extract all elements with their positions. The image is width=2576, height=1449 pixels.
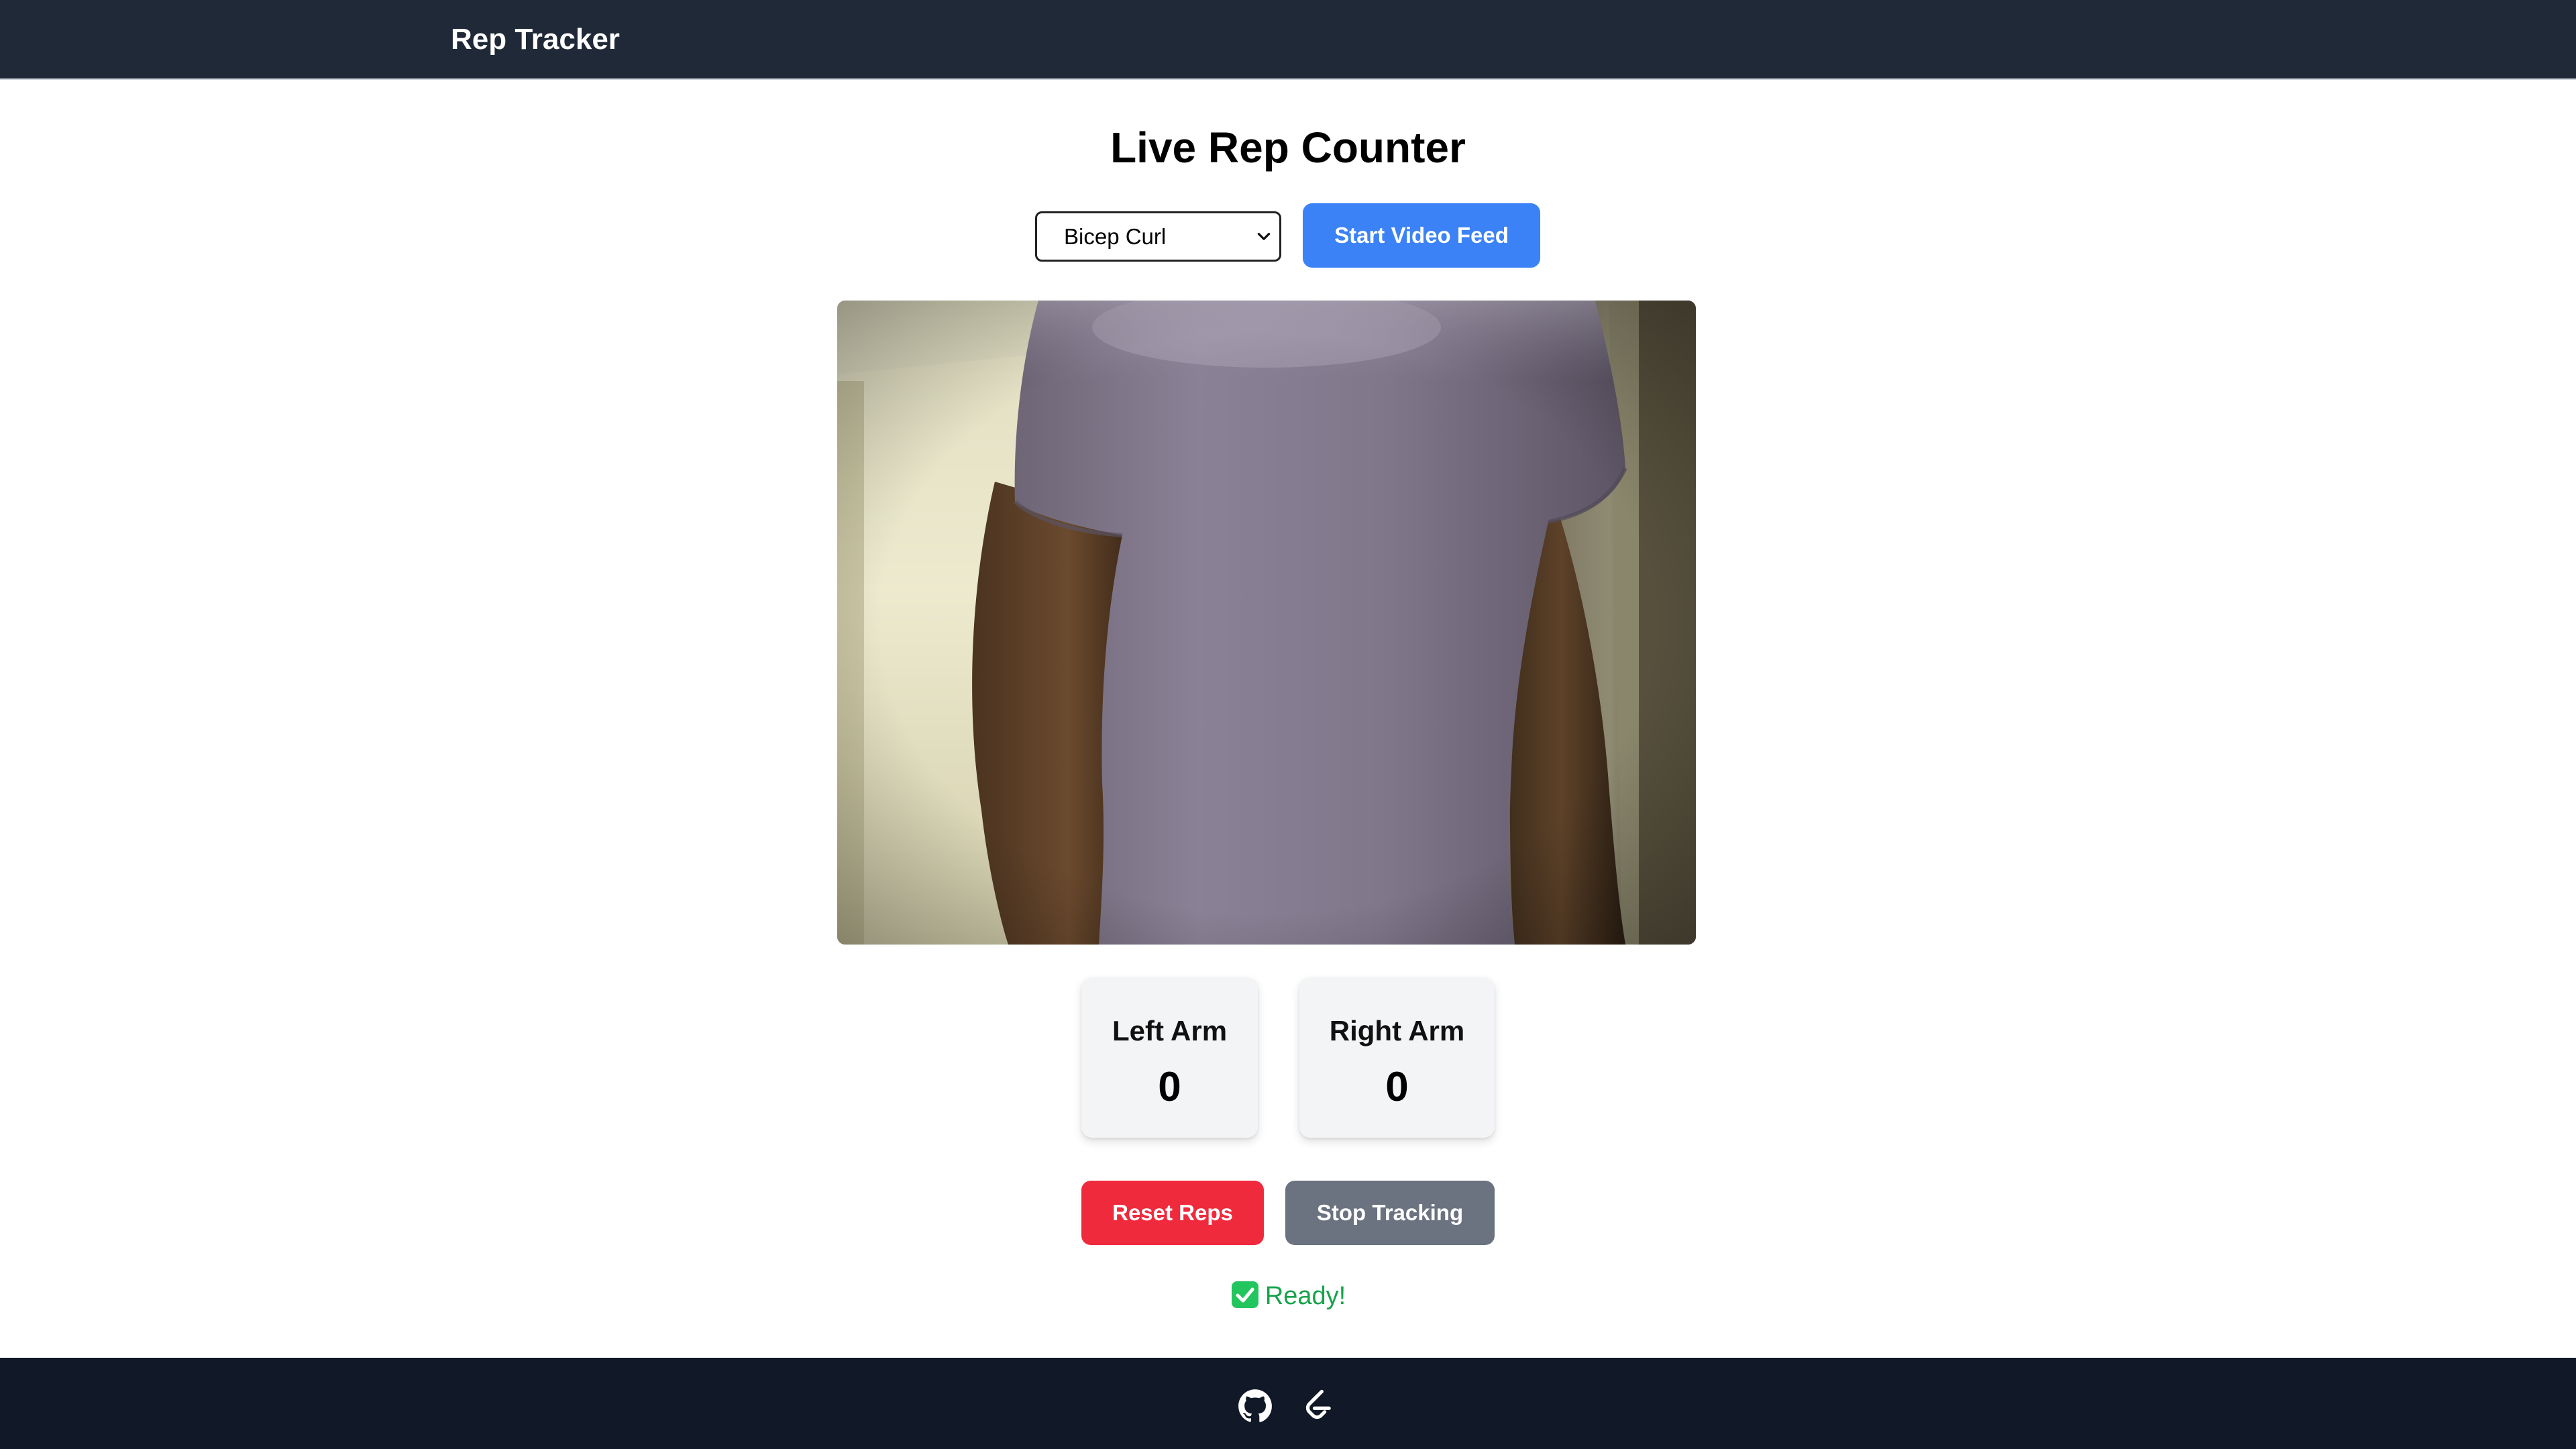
right-arm-rep-count: 0 bbox=[1385, 1064, 1409, 1110]
left-arm-counter-card: Left Arm 0 bbox=[1081, 977, 1258, 1138]
left-arm-rep-count: 0 bbox=[1158, 1064, 1181, 1110]
status-message: Ready! bbox=[0, 1277, 2576, 1315]
video-feed bbox=[837, 301, 1696, 945]
app-brand[interactable]: Rep Tracker bbox=[451, 19, 620, 60]
leetcode-icon[interactable] bbox=[1301, 1389, 1336, 1424]
status-text: Ready! bbox=[1265, 1282, 1346, 1310]
stop-tracking-button[interactable]: Stop Tracking bbox=[1285, 1181, 1495, 1245]
check-mark-button-icon bbox=[1231, 1281, 1258, 1308]
right-arm-counter-card: Right Arm 0 bbox=[1299, 977, 1495, 1138]
chevron-down-icon bbox=[1257, 233, 1271, 240]
footer bbox=[0, 1358, 2576, 1449]
right-arm-label: Right Arm bbox=[1329, 1015, 1465, 1046]
github-icon[interactable] bbox=[1238, 1389, 1273, 1424]
exercise-select-value: Bicep Curl bbox=[1064, 224, 1167, 249]
webcam-frame-image bbox=[837, 301, 1696, 945]
page-title: Live Rep Counter bbox=[1110, 123, 1466, 172]
exercise-select[interactable]: Bicep Curl bbox=[1035, 211, 1281, 262]
left-arm-label: Left Arm bbox=[1112, 1015, 1228, 1046]
reset-reps-button[interactable]: Reset Reps bbox=[1081, 1181, 1264, 1245]
top-navbar: Rep Tracker bbox=[0, 0, 2576, 80]
start-video-feed-button[interactable]: Start Video Feed bbox=[1303, 203, 1540, 268]
